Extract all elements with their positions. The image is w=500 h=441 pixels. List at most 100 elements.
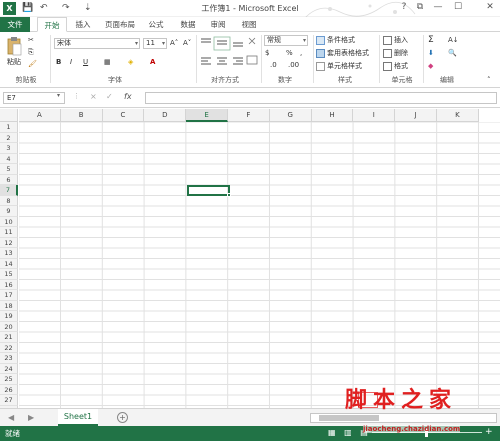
cell-area[interactable] — [19, 122, 500, 408]
row-header-13[interactable]: 13 — [0, 248, 18, 259]
bold-button[interactable]: B — [56, 57, 61, 67]
collapse-ribbon-icon[interactable]: ˄ — [487, 75, 491, 85]
worksheet-grid[interactable]: ABCDEFGHIJK 1 2 3 4 5 6 7 8 9 10 11 12 13 14 15 16 17 18 1… — [0, 109, 500, 408]
row-header-25[interactable]: 25 — [0, 374, 18, 385]
tab-file[interactable]: 文件 — [0, 17, 30, 32]
column-header-j[interactable]: J — [395, 109, 437, 122]
column-header-h[interactable]: H — [311, 109, 354, 122]
column-header-a[interactable]: A — [19, 109, 61, 122]
format-cells-button[interactable]: 格式 — [383, 61, 408, 71]
row-header-16[interactable]: 16 — [0, 279, 18, 290]
alignment-icons[interactable] — [199, 36, 259, 72]
tab-page-layout[interactable]: 页面布局 — [100, 17, 140, 32]
tab-view[interactable]: 视图 — [238, 17, 260, 32]
enter-button[interactable]: ✓ — [106, 92, 113, 101]
fill-handle[interactable] — [227, 193, 231, 197]
font-name-select[interactable]: 宋体 ▾ — [54, 38, 140, 49]
row-header-26[interactable]: 26 — [0, 384, 18, 395]
row-header-1[interactable]: 1 — [0, 122, 18, 133]
currency-icon[interactable]: $ — [265, 48, 269, 58]
tab-data[interactable]: 数据 — [177, 17, 199, 32]
scroll-thumb[interactable] — [319, 415, 379, 421]
fill-icon[interactable]: ⬇ — [428, 48, 434, 58]
number-format-select[interactable]: 常规 ▾ — [264, 35, 308, 46]
sheet-tab-active[interactable]: Sheet1 — [58, 409, 98, 426]
format-painter-icon[interactable]: 🖌 — [28, 59, 37, 69]
conditional-formatting-button[interactable]: 条件格式 — [316, 35, 355, 45]
format-as-table-button[interactable]: 套用表格格式 — [316, 48, 369, 58]
tab-formulas[interactable]: 公式 — [145, 17, 167, 32]
sheet-nav-prev-icon[interactable]: ◀ — [8, 413, 14, 422]
row-header-24[interactable]: 24 — [0, 363, 18, 374]
horizontal-scrollbar[interactable] — [310, 413, 497, 423]
decrease-decimal-icon[interactable]: .00 — [288, 60, 299, 70]
tab-insert[interactable]: 插入 — [70, 17, 96, 32]
insert-cells-button[interactable]: 插入 — [383, 35, 408, 45]
fill-color-icon[interactable]: ◈ — [128, 57, 133, 67]
copy-icon[interactable]: ⎘ — [28, 47, 34, 57]
borders-icon[interactable]: ▦ — [104, 57, 111, 67]
row-header-2[interactable]: 2 — [0, 132, 18, 143]
insert-function-button[interactable]: fx — [124, 92, 132, 101]
paste-button[interactable]: 粘贴 — [7, 57, 21, 67]
cut-icon[interactable]: ✂ — [28, 35, 34, 45]
row-header-22[interactable]: 22 — [0, 342, 18, 353]
row-header-8[interactable]: 8 — [0, 195, 18, 206]
autosum-button[interactable]: Σ — [428, 35, 434, 45]
sheet-nav-next-icon[interactable]: ▶ — [28, 413, 34, 422]
underline-button[interactable]: U — [83, 57, 88, 67]
row-header-20[interactable]: 20 — [0, 321, 18, 332]
row-header-14[interactable]: 14 — [0, 258, 18, 269]
font-size-select[interactable]: 11 ▾ — [143, 38, 167, 49]
find-select-button[interactable]: 🔍 — [448, 48, 457, 58]
cell-styles-button[interactable]: 单元格样式 — [316, 61, 362, 71]
row-header-6[interactable]: 6 — [0, 174, 18, 185]
ribbon-options-icon[interactable]: ⧉ — [414, 2, 426, 12]
column-header-c[interactable]: C — [102, 109, 145, 122]
minimize-icon[interactable]: — — [432, 2, 444, 12]
row-header-15[interactable]: 15 — [0, 269, 18, 280]
tab-home[interactable]: 开始 — [37, 17, 67, 32]
sort-filter-button[interactable]: A↓ — [448, 35, 459, 45]
column-header-b[interactable]: B — [60, 109, 103, 122]
row-header-21[interactable]: 21 — [0, 332, 18, 343]
row-header-11[interactable]: 11 — [0, 227, 18, 238]
italic-button[interactable]: I — [70, 57, 72, 67]
tab-review[interactable]: 审阅 — [207, 17, 229, 32]
percent-button[interactable]: % — [286, 48, 293, 58]
column-header-i[interactable]: I — [353, 109, 396, 122]
row-header-19[interactable]: 19 — [0, 311, 18, 322]
column-header-k[interactable]: K — [437, 109, 479, 122]
increase-decimal-icon[interactable]: .0 — [270, 60, 277, 70]
name-box-dropdown-icon[interactable]: ▾ — [57, 92, 60, 99]
help-icon[interactable]: ? — [398, 2, 410, 12]
font-color-icon[interactable]: A — [150, 57, 155, 67]
paste-icon[interactable] — [6, 36, 22, 56]
row-header-12[interactable]: 12 — [0, 237, 18, 248]
active-cell[interactable] — [187, 185, 231, 197]
row-header-9[interactable]: 9 — [0, 206, 18, 217]
column-header-f[interactable]: F — [228, 109, 270, 122]
shrink-font-button[interactable]: A˅ — [183, 38, 191, 48]
zoom-in-button[interactable]: + — [485, 427, 493, 437]
row-header-4[interactable]: 4 — [0, 153, 18, 164]
row-header-27[interactable]: 27 — [0, 395, 18, 406]
name-box[interactable]: E7 — [3, 92, 65, 104]
close-icon[interactable]: ✕ — [484, 2, 496, 12]
row-header-17[interactable]: 17 — [0, 290, 18, 301]
add-sheet-button[interactable]: + — [117, 412, 128, 423]
row-header-7[interactable]: 7 — [0, 185, 18, 196]
row-header-23[interactable]: 23 — [0, 353, 18, 364]
maximize-icon[interactable]: ☐ — [452, 2, 464, 12]
row-header-5[interactable]: 5 — [0, 164, 18, 175]
comma-button[interactable]: , — [300, 48, 302, 58]
column-header-g[interactable]: G — [269, 109, 312, 122]
grow-font-button[interactable]: A˄ — [170, 38, 178, 48]
column-header-e[interactable]: E — [186, 109, 228, 122]
row-header-10[interactable]: 10 — [0, 216, 18, 227]
delete-cells-button[interactable]: 删除 — [383, 48, 408, 58]
select-all-corner[interactable] — [0, 109, 18, 122]
clear-icon[interactable]: ◆ — [428, 61, 433, 71]
formula-input[interactable] — [145, 92, 497, 104]
cancel-button[interactable]: × — [90, 92, 97, 101]
